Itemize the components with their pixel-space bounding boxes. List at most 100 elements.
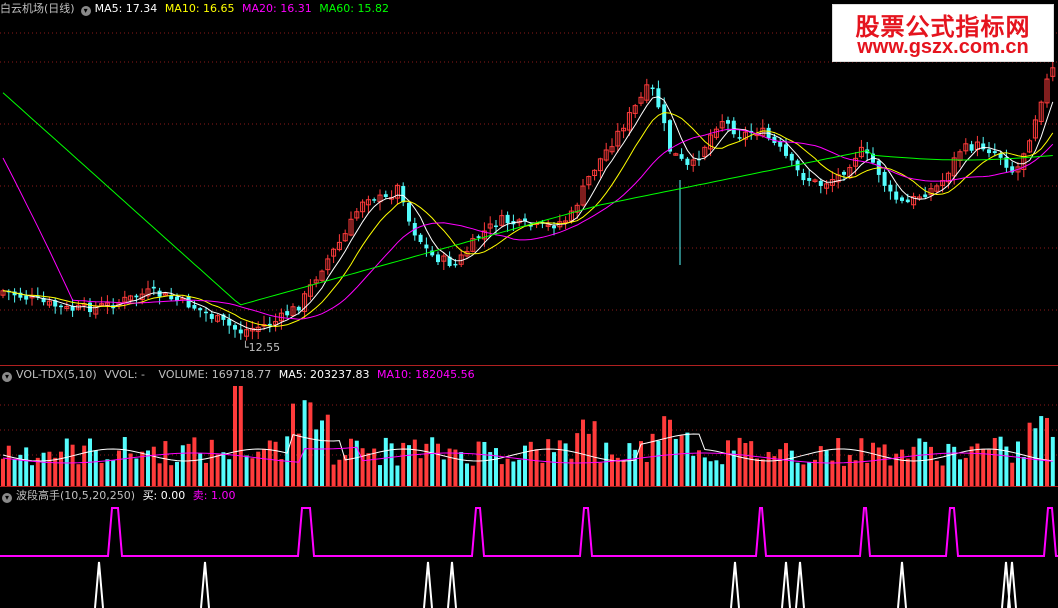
candle-body — [209, 313, 214, 319]
candle-body — [233, 325, 237, 330]
candle-body — [401, 186, 406, 203]
candle-body — [238, 329, 243, 334]
volume-bar — [534, 449, 539, 486]
candle-body — [24, 295, 29, 300]
volume-bar — [656, 440, 661, 486]
volume-bar — [418, 458, 423, 486]
volume-bar — [871, 442, 875, 486]
volume-bar — [708, 461, 713, 486]
candle-body — [453, 263, 458, 266]
volume-bar — [122, 437, 127, 486]
vol-title: VOL-TDX(5,10) — [16, 368, 97, 381]
volume-bar — [818, 446, 823, 486]
volume-bar — [465, 463, 469, 486]
candle-body — [726, 120, 730, 124]
low-price-value: 12.55 — [248, 341, 281, 354]
volume-bar — [627, 443, 632, 486]
volume-bar — [291, 403, 295, 486]
volume-bar — [911, 446, 916, 486]
volume-bar — [586, 433, 591, 486]
candle-body — [436, 254, 440, 263]
volume-panel-header: ▾ VOL-TDX(5,10) VVOL: - VOLUME: 169718.77… — [0, 367, 479, 383]
candle-body — [204, 311, 208, 314]
volume-bar — [737, 437, 742, 486]
volume-bar — [1004, 446, 1009, 486]
candle-body — [981, 143, 986, 150]
candle-body — [923, 194, 928, 198]
volume-bar — [807, 462, 812, 486]
volume-bar — [459, 452, 464, 486]
candle-body — [685, 158, 690, 165]
candle-body — [418, 234, 423, 243]
volume-bar — [349, 438, 353, 486]
volume-bar — [824, 450, 829, 486]
volume-bar — [494, 448, 498, 486]
volume-bar — [1021, 456, 1026, 486]
circle-chevron-icon[interactable]: ▾ — [2, 372, 12, 382]
volume-bar — [157, 463, 162, 486]
volume-bar — [82, 445, 87, 486]
volume-bar — [267, 440, 272, 486]
volume-bar — [331, 464, 336, 486]
volume-bar — [209, 439, 214, 486]
volume-bar — [963, 457, 968, 486]
volume-bar — [41, 452, 46, 486]
volume-bar — [6, 445, 11, 486]
volume-bar — [378, 465, 382, 486]
volume-bar — [314, 429, 319, 486]
volume-bar — [743, 443, 748, 486]
price-panel-header: 白云机场(日线) ▾ MA5: 17.34 MA10: 16.65 MA20: 16… — [0, 1, 393, 17]
volume-bar — [337, 459, 342, 486]
candle-body — [882, 171, 887, 186]
vvol-label: VVOL: - — [104, 368, 146, 381]
volume-bar — [360, 448, 365, 486]
volume-bar — [47, 451, 52, 486]
volume-bar — [784, 443, 788, 486]
volume-bar — [76, 464, 81, 486]
volume-bar — [940, 465, 945, 486]
volume-bar — [778, 449, 783, 486]
volume-bar — [685, 432, 690, 486]
chart-canvas[interactable] — [0, 0, 1058, 608]
volume-bar — [256, 451, 261, 486]
volume-label: VOLUME: 169718.77 — [158, 368, 272, 381]
volume-bar — [430, 437, 435, 486]
indicator-panel-header: ▾ 波段高手(10,5,20,250) 买: 0.00 卖: 1.00 — [0, 488, 239, 504]
volume-bar — [714, 460, 719, 486]
volume-bar — [876, 447, 881, 486]
volume-bar — [186, 443, 191, 486]
candle-body — [198, 308, 203, 311]
ma10-label: MA10: 16.65 — [164, 2, 235, 15]
volume-bar — [958, 459, 962, 486]
candle-body — [731, 120, 736, 135]
volume-bar — [325, 414, 330, 486]
volume-bar — [517, 459, 522, 486]
volume-bar — [476, 441, 481, 486]
candle-body — [888, 184, 893, 192]
volume-bar — [749, 441, 754, 486]
circle-chevron-icon[interactable]: ▾ — [2, 493, 12, 503]
volume-bar — [673, 438, 678, 486]
volume-bar — [320, 420, 324, 486]
volume-bar — [830, 460, 835, 486]
volume-bar — [488, 452, 493, 486]
volume-bar — [598, 462, 603, 486]
volume-bar — [163, 441, 168, 486]
volume-bar — [250, 458, 255, 486]
volume-bar — [946, 443, 951, 486]
volume-bar — [1033, 428, 1038, 486]
candle-body — [151, 286, 156, 289]
sell-label: 卖: 1.00 — [192, 489, 236, 502]
volume-bar — [64, 438, 69, 486]
volume-bar — [24, 447, 29, 486]
volume-bar — [175, 461, 179, 486]
circle-chevron-icon[interactable]: ▾ — [80, 6, 91, 16]
volume-bar — [70, 444, 75, 486]
volume-bar — [99, 462, 104, 486]
volume-bar — [610, 454, 614, 486]
volume-bar — [668, 419, 672, 486]
volume-bar — [1, 458, 5, 486]
candle-body — [668, 120, 672, 152]
candle-body — [476, 236, 481, 238]
candle-body — [789, 153, 794, 161]
